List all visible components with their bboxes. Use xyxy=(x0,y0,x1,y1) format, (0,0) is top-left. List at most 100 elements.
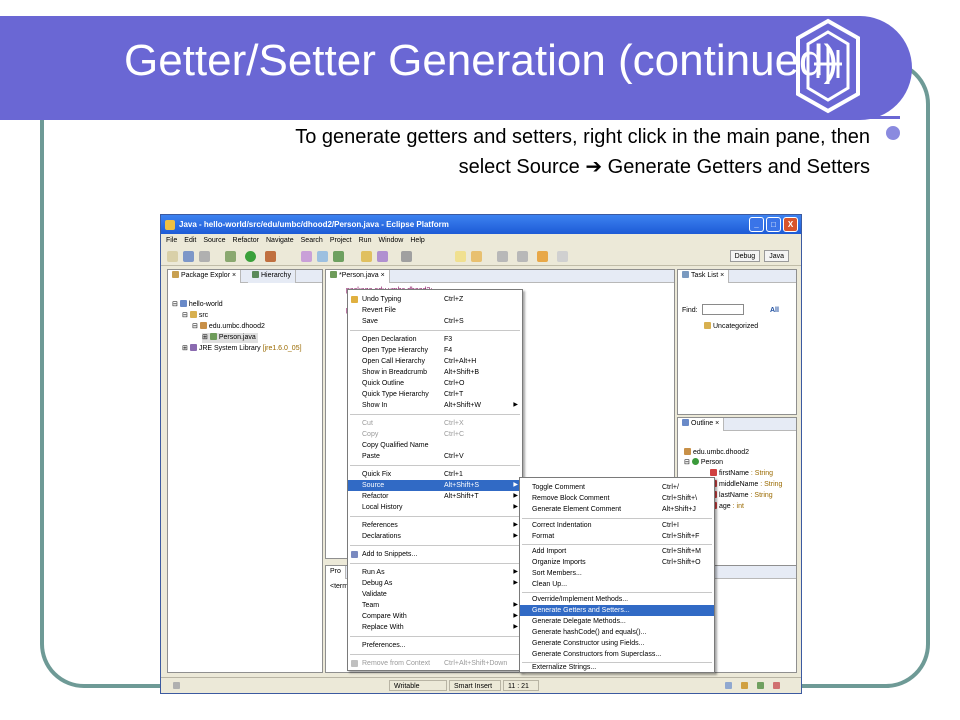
tree-project[interactable]: ⊟ hello-world xyxy=(172,300,223,310)
submenu-item-generate-hashcode-equals[interactable]: Generate hashCode() and equals()... xyxy=(520,627,714,638)
menu-source[interactable]: Source xyxy=(203,235,225,247)
forward-icon[interactable] xyxy=(557,251,568,262)
mylyn-icon[interactable] xyxy=(741,682,748,689)
tab-hierarchy[interactable]: Hierarchy xyxy=(248,270,296,283)
outline-field[interactable]: middleName : String xyxy=(710,480,782,490)
submenu-item-override-implement[interactable]: Override/Implement Methods... xyxy=(520,594,714,605)
outline-class[interactable]: ⊟ Person xyxy=(684,458,723,468)
new-package-icon[interactable] xyxy=(317,251,328,262)
outline-field[interactable]: age : int xyxy=(710,502,744,512)
category-uncategorized[interactable]: Uncategorized xyxy=(704,322,758,332)
menu-item-replace-with[interactable]: Replace With ▶ xyxy=(348,622,522,633)
menu-search[interactable]: Search xyxy=(301,235,323,247)
menu-item-show-in[interactable]: Show In Alt+Shift+W ▶ xyxy=(348,400,522,411)
tree-file[interactable]: ⊞ Person.java xyxy=(202,333,258,343)
menu-item-run-as[interactable]: Run As ▶ xyxy=(348,567,522,578)
menu-file[interactable]: File xyxy=(166,235,177,247)
outline-field[interactable]: firstName : String xyxy=(710,469,773,479)
menu-item-copy[interactable]: Copy Ctrl+C xyxy=(348,429,522,440)
submenu-item-generate-constructors-superclass[interactable]: Generate Constructors from Superclass... xyxy=(520,649,714,660)
tab-package-explorer[interactable]: Package Explor × xyxy=(168,270,242,283)
menu-item-quick-outline[interactable]: Quick Outline Ctrl+O xyxy=(348,378,522,389)
tree-package[interactable]: ⊟ edu.umbc.dhood2 xyxy=(192,322,265,332)
new-class-icon[interactable] xyxy=(333,251,344,262)
open-type-icon[interactable] xyxy=(361,251,372,262)
maximize-button[interactable]: □ xyxy=(766,217,781,232)
menu-item-copy-qualified-name[interactable]: Copy Qualified Name xyxy=(348,440,522,451)
minimize-button[interactable]: _ xyxy=(749,217,764,232)
menu-refactor[interactable]: Refactor xyxy=(233,235,259,247)
submenu-item-generate-getters-setters[interactable]: Generate Getters and Setters... xyxy=(520,605,714,616)
print-icon[interactable] xyxy=(199,251,210,262)
menu-item-add-to-snippets[interactable]: Add to Snippets... xyxy=(348,549,522,560)
outline-field[interactable]: lastName : String xyxy=(710,491,773,501)
submenu-item-add-import[interactable]: Add Import Ctrl+Shift+M xyxy=(520,546,714,557)
submenu-item-generate-delegate-methods[interactable]: Generate Delegate Methods... xyxy=(520,616,714,627)
find-input[interactable] xyxy=(702,304,744,315)
prev-annotation-icon[interactable] xyxy=(517,251,528,262)
fast-view-icon[interactable] xyxy=(173,682,180,689)
tab-outline[interactable]: Outline × xyxy=(678,418,725,431)
menu-item-refactor[interactable]: Refactor Alt+Shift+T ▶ xyxy=(348,491,522,502)
submenu-item-correct-indentation[interactable]: Correct Indentation Ctrl+I xyxy=(520,520,714,531)
menu-item-save[interactable]: Save Ctrl+S xyxy=(348,316,522,327)
menu-item-preferences[interactable]: Preferences... xyxy=(348,640,522,651)
menu-window[interactable]: Window xyxy=(378,235,403,247)
pencil-icon[interactable] xyxy=(401,251,412,262)
external-tools-icon[interactable] xyxy=(265,251,276,262)
menu-item-source[interactable]: Source Alt+Shift+S ▶ xyxy=(348,480,522,491)
menu-item-debug-as[interactable]: Debug As ▶ xyxy=(348,578,522,589)
submenu-item-toggle-comment[interactable]: Toggle Comment Ctrl+/ xyxy=(520,482,714,493)
submenu-item-remove-block-comment[interactable]: Remove Block Comment Ctrl+Shift+\ xyxy=(520,493,714,504)
menu-item-open-type-hierarchy[interactable]: Open Type Hierarchy F4 xyxy=(348,345,522,356)
all-filter-link[interactable]: All xyxy=(770,306,779,316)
menu-project[interactable]: Project xyxy=(330,235,352,247)
menu-item-show-in-breadcrumb[interactable]: Show in Breadcrumb Alt+Shift+B xyxy=(348,367,522,378)
menu-item-declarations[interactable]: Declarations ▶ xyxy=(348,531,522,542)
submenu-item-format[interactable]: Format Ctrl+Shift+F xyxy=(520,531,714,542)
run-icon[interactable] xyxy=(245,251,256,262)
new-java-project-icon[interactable] xyxy=(301,251,312,262)
tab-person-java[interactable]: *Person.java × xyxy=(326,270,390,283)
submenu-item-generate-element-comment[interactable]: Generate Element Comment Alt+Shift+J xyxy=(520,504,714,515)
menu-item-remove-from-context[interactable]: Remove from Context Ctrl+Alt+Shift+Down xyxy=(348,658,522,669)
menu-item-compare-with[interactable]: Compare With ▶ xyxy=(348,611,522,622)
menu-run[interactable]: Run xyxy=(359,235,372,247)
menu-item-cut[interactable]: Cut Ctrl+X xyxy=(348,418,522,429)
search-icon[interactable] xyxy=(377,251,388,262)
debug-icon[interactable] xyxy=(225,251,236,262)
menu-item-local-history[interactable]: Local History ▶ xyxy=(348,502,522,513)
submenu-item-clean-up[interactable]: Clean Up... xyxy=(520,579,714,590)
submenu-item-organize-imports[interactable]: Organize Imports Ctrl+Shift+O xyxy=(520,557,714,568)
tree-jre[interactable]: ⊞ JRE System Library [jre1.6.0_05] xyxy=(182,344,302,354)
submenu-item-generate-constructor-fields[interactable]: Generate Constructor using Fields... xyxy=(520,638,714,649)
menu-help[interactable]: Help xyxy=(410,235,424,247)
outline-package[interactable]: edu.umbc.dhood2 xyxy=(684,448,749,458)
toggle-block-icon[interactable] xyxy=(471,251,482,262)
menu-item-open-call-hierarchy[interactable]: Open Call Hierarchy Ctrl+Alt+H xyxy=(348,356,522,367)
save-icon[interactable] xyxy=(183,251,194,262)
tab-task-list[interactable]: Task List × xyxy=(678,270,730,283)
new-icon[interactable] xyxy=(167,251,178,262)
menu-navigate[interactable]: Navigate xyxy=(266,235,294,247)
perspective-debug[interactable]: Debug xyxy=(729,250,761,262)
menu-item-quick-type-hierarchy[interactable]: Quick Type Hierarchy Ctrl+T xyxy=(348,389,522,400)
next-annotation-icon[interactable] xyxy=(497,251,508,262)
menu-item-team[interactable]: Team ▶ xyxy=(348,600,522,611)
menu-item-revert-file[interactable]: Revert File xyxy=(348,305,522,316)
tab-problems[interactable]: Pro xyxy=(326,566,346,579)
menu-item-paste[interactable]: Paste Ctrl+V xyxy=(348,451,522,462)
update-icon[interactable] xyxy=(773,682,780,689)
menu-item-quick-fix[interactable]: Quick Fix Ctrl+1 xyxy=(348,469,522,480)
menu-item-open-declaration[interactable]: Open Declaration F3 xyxy=(348,334,522,345)
tree-src[interactable]: ⊟ src xyxy=(182,311,208,321)
menu-item-undo-typing[interactable]: Undo Typing Ctrl+Z xyxy=(348,294,522,305)
close-button[interactable]: X xyxy=(783,217,798,232)
back-icon[interactable] xyxy=(537,251,548,262)
mark-occurrences-icon[interactable] xyxy=(455,251,466,262)
perspective-java[interactable]: Java xyxy=(764,250,789,262)
submenu-item-sort-members[interactable]: Sort Members... xyxy=(520,568,714,579)
task-status-icon[interactable] xyxy=(725,682,732,689)
menu-item-references[interactable]: References ▶ xyxy=(348,520,522,531)
menu-item-validate[interactable]: Validate xyxy=(348,589,522,600)
